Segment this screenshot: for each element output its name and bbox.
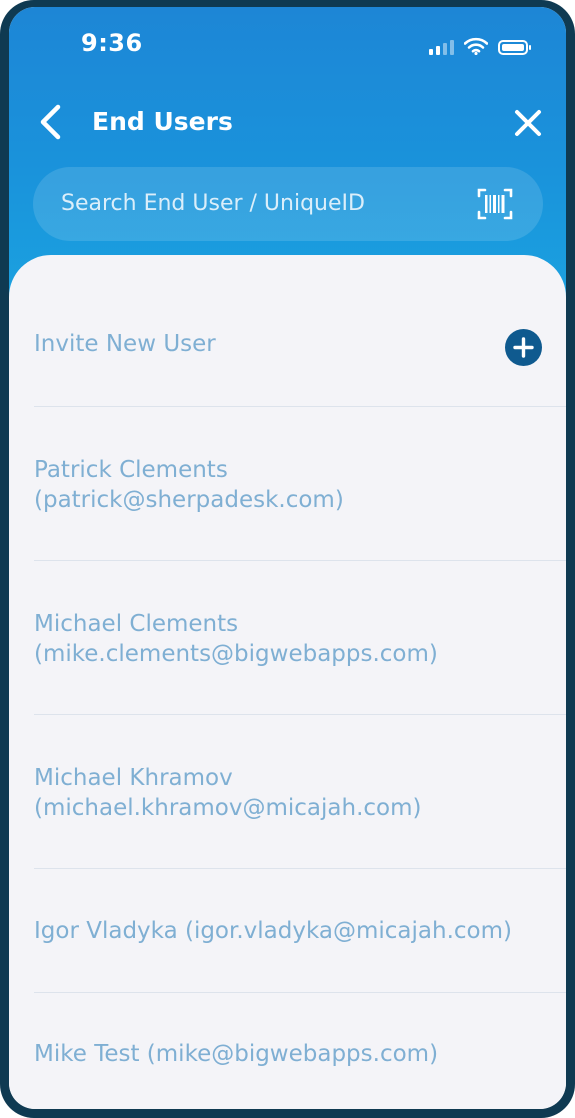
search-placeholder: Search End User / UniqueID <box>61 191 365 216</box>
end-user-label: Patrick Clements (patrick@sherpadesk.com… <box>34 455 344 515</box>
app-screen: 9:36 End Users Search End User / UniqueI… <box>9 7 566 1109</box>
end-user-name: Michael Clements <box>34 611 239 637</box>
invite-new-user-row[interactable]: Invite New User <box>34 255 566 407</box>
end-user-email: (patrick@sherpadesk.com) <box>34 487 344 513</box>
end-user-email: (mike.clements@bigwebapps.com) <box>34 641 438 667</box>
plus-circle-icon[interactable] <box>505 329 542 366</box>
barcode-scan-icon <box>477 188 513 220</box>
invite-new-user-label: Invite New User <box>34 331 216 357</box>
end-user-list: Invite New User Patrick Clements (patric… <box>9 255 566 1109</box>
barcode-scan-button[interactable] <box>477 187 513 221</box>
end-user-name: Patrick Clements <box>34 457 228 483</box>
close-button[interactable] <box>510 105 546 141</box>
end-user-label: Michael Clements (mike.clements@bigwebap… <box>34 609 438 669</box>
end-user-row[interactable]: Michael Clements (mike.clements@bigwebap… <box>34 561 566 715</box>
end-user-label: Mike Test (mike@bigwebapps.com) <box>34 1041 439 1067</box>
back-button[interactable] <box>33 101 73 143</box>
status-icons <box>429 35 531 55</box>
end-user-row[interactable]: Igor Vladyka (igor.vladyka@micajah.com) <box>34 869 566 993</box>
end-user-name: Michael Khramov <box>34 765 233 791</box>
end-user-list-panel: Invite New User Patrick Clements (patric… <box>9 255 566 1109</box>
page-title: End Users <box>92 107 233 136</box>
end-user-email: (michael.khramov@micajah.com) <box>34 795 422 821</box>
end-user-label: Igor Vladyka (igor.vladyka@micajah.com) <box>34 918 512 944</box>
cellular-signal-icon <box>429 39 454 55</box>
status-time: 9:36 <box>81 29 143 57</box>
wifi-icon <box>464 37 488 55</box>
nav-bar: End Users <box>9 87 566 157</box>
end-user-row[interactable]: Michael Khramov (michael.khramov@micajah… <box>34 715 566 869</box>
close-icon <box>515 110 541 136</box>
end-user-row[interactable]: Mike Test (mike@bigwebapps.com) <box>34 993 566 1109</box>
device-frame: 9:36 End Users Search End User / UniqueI… <box>0 0 575 1118</box>
chevron-left-icon <box>40 104 61 140</box>
end-user-row[interactable]: Patrick Clements (patrick@sherpadesk.com… <box>34 407 566 561</box>
end-user-label: Michael Khramov (michael.khramov@micajah… <box>34 763 421 823</box>
search-input[interactable]: Search End User / UniqueID <box>33 167 543 241</box>
battery-icon <box>498 40 531 55</box>
status-bar: 9:36 <box>9 7 566 77</box>
